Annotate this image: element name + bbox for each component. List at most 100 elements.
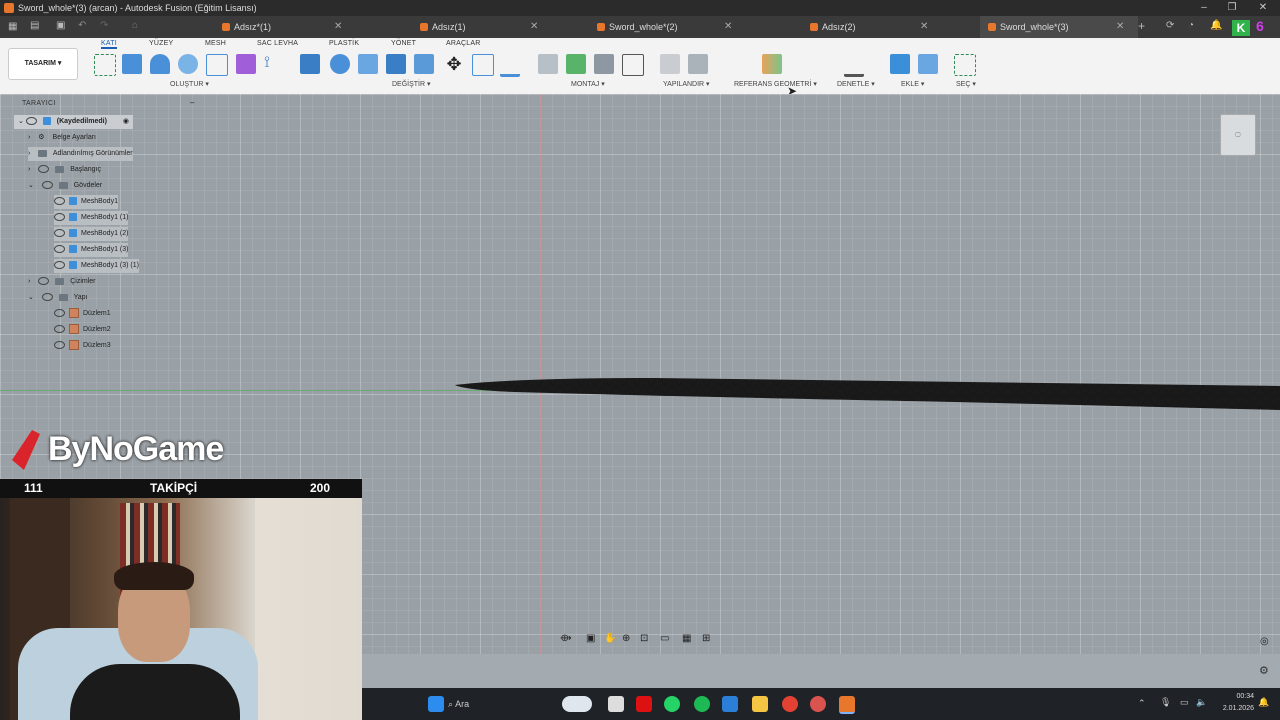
move-icon[interactable]: ✥ <box>444 54 464 74</box>
spotify-icon[interactable] <box>694 696 710 712</box>
scale-icon[interactable] <box>472 54 494 76</box>
notification-icon[interactable]: 🔔 <box>1258 697 1269 708</box>
tab-adsiz-1[interactable]: Adsız(1) ✕ <box>420 16 540 38</box>
insert-derive-icon[interactable] <box>890 54 910 74</box>
eye-hidden-icon[interactable] <box>38 165 50 174</box>
browser-item-document-settings[interactable]: › ⚙ Belge Ayarları <box>28 131 96 145</box>
eye-icon[interactable] <box>41 181 53 190</box>
redo-icon[interactable]: ↷ <box>100 20 108 31</box>
joint-origin-icon[interactable] <box>622 54 644 76</box>
target-icon[interactable]: ◉ <box>123 118 129 125</box>
job-status-icon[interactable]: ◔ <box>1188 20 1194 31</box>
zoom-icon[interactable]: ⊕ <box>622 633 630 644</box>
browser-item-origin[interactable]: › Başlangıç <box>28 163 101 177</box>
offset-plane-icon[interactable] <box>762 54 782 74</box>
tab-mesh[interactable]: MESH <box>205 40 226 47</box>
select-icon[interactable] <box>954 54 976 76</box>
save-icon[interactable]: ▣ <box>56 20 65 31</box>
microphone-icon[interactable]: 🎙 <box>1160 697 1171 708</box>
outlook-icon[interactable] <box>722 696 738 712</box>
browser-item-bodies[interactable]: ⌄ Gövdeler <box>28 179 102 193</box>
fillet-icon[interactable]: ⟟ <box>264 54 284 74</box>
undo-icon[interactable]: ↶ <box>78 20 86 31</box>
as-built-joint-icon[interactable] <box>594 54 614 74</box>
collapse-browser-icon[interactable]: – <box>190 98 194 107</box>
browser-item-meshbody[interactable]: MeshBody1 (3) (1) <box>54 259 139 273</box>
tab-solid[interactable]: KATI <box>101 40 117 49</box>
group-inspect[interactable]: DENETLE ▾ <box>837 80 875 88</box>
zoom-window-icon[interactable]: ◎ <box>1260 636 1269 647</box>
create-sketch-icon[interactable] <box>94 54 116 76</box>
eye-hidden-icon[interactable] <box>54 197 65 206</box>
fusion-taskbar-icon[interactable] <box>839 696 855 714</box>
windows-start-icon[interactable] <box>428 696 444 712</box>
eye-icon[interactable] <box>54 213 65 222</box>
grid-settings-icon[interactable]: ▦ <box>682 633 691 644</box>
sync-icon[interactable]: ⟳ <box>1166 20 1174 31</box>
view-cube[interactable]: ▢ <box>1220 114 1256 156</box>
browser-root[interactable]: ⌄ (Kaydedilmedi) ◉ <box>14 115 133 129</box>
taskbar-search[interactable]: ⌕ Ara <box>448 694 544 714</box>
chevron-down-icon[interactable]: ⌄ <box>28 182 34 189</box>
group-select[interactable]: SEÇ ▾ <box>956 80 976 88</box>
group-configure[interactable]: YAPILANDIR ▾ <box>663 80 710 88</box>
tab-sheet-metal[interactable]: SAC LEVHA <box>257 40 298 47</box>
eye-icon[interactable] <box>54 325 65 334</box>
tab-adsiz-2[interactable]: Adsız(2) ✕ <box>810 16 930 38</box>
group-insert[interactable]: EKLE ▾ <box>901 80 924 88</box>
chevron-down-icon[interactable]: ⌄ <box>28 294 34 301</box>
browser-item-sketches[interactable]: › Çizimler <box>28 275 95 289</box>
user-avatar[interactable]: 6 <box>1256 18 1264 34</box>
weather-widget-icon[interactable] <box>562 696 592 712</box>
group-create[interactable]: OLUŞTUR ▾ <box>170 80 209 88</box>
extrude-icon[interactable] <box>122 54 142 74</box>
eye-icon[interactable] <box>25 117 37 126</box>
browser-item-plane[interactable]: Düzlem1 <box>54 307 111 321</box>
eye-icon[interactable] <box>54 309 65 318</box>
hole-icon[interactable] <box>178 54 198 74</box>
home-icon[interactable]: ⌂ <box>132 20 138 31</box>
new-component-icon[interactable] <box>538 54 558 74</box>
eye-icon[interactable] <box>54 341 65 350</box>
chevron-right-icon[interactable]: › <box>28 166 30 173</box>
eye-hidden-icon[interactable] <box>54 245 65 254</box>
configure-icon[interactable] <box>660 54 680 74</box>
browser-item-meshbody[interactable]: MeshBody1 (3) <box>54 243 129 257</box>
browser-item-plane[interactable]: Düzlem2 <box>54 323 111 337</box>
close-tab-icon[interactable]: ✕ <box>724 16 732 38</box>
joint-icon[interactable] <box>566 54 586 74</box>
close-tab-icon[interactable]: ✕ <box>334 16 342 38</box>
browser-item-meshbody[interactable]: MeshBody1 (1) <box>54 211 129 225</box>
table-icon[interactable] <box>688 54 708 74</box>
eye-icon[interactable] <box>38 277 50 286</box>
tab-sword-whole-3[interactable]: Sword_whole*(3) ✕ <box>980 16 1138 38</box>
browser-item-named-views[interactable]: › Adlandırılmış Görünümler <box>28 147 133 161</box>
insert-image-icon[interactable] <box>918 54 938 74</box>
file-explorer-icon[interactable] <box>608 696 624 712</box>
chamfer-icon[interactable] <box>358 54 378 74</box>
align-icon[interactable] <box>500 54 520 77</box>
tab-manage[interactable]: YÖNET <box>391 40 416 47</box>
red-app-icon[interactable] <box>636 696 652 712</box>
browser-item-plane[interactable]: Düzlem3 <box>54 339 111 353</box>
combine-icon[interactable] <box>414 54 434 74</box>
form-icon[interactable] <box>236 54 256 74</box>
browser-item-meshbody[interactable]: MeshBody1 <box>54 195 118 209</box>
close-tab-icon[interactable]: ✕ <box>1116 16 1124 38</box>
viewports-icon[interactable]: ⊞ <box>702 633 710 644</box>
eye-hidden-icon[interactable] <box>54 261 65 270</box>
press-pull-icon[interactable] <box>300 54 320 74</box>
chevron-up-icon[interactable]: ⌃ <box>1138 698 1146 709</box>
tab-sword-whole-2[interactable]: Sword_whole*(2) ✕ <box>597 16 737 38</box>
group-assemble[interactable]: MONTAJ ▾ <box>571 80 605 88</box>
fit-icon[interactable]: ⊡ <box>640 633 648 644</box>
tab-utilities[interactable]: ARAÇLAR <box>446 40 480 47</box>
group-modify[interactable]: DEĞİŞTİR ▾ <box>392 80 431 88</box>
measure-icon[interactable] <box>844 54 864 77</box>
chevron-right-icon[interactable]: › <box>28 278 30 285</box>
eye-icon[interactable] <box>41 293 53 302</box>
group-construct[interactable]: REFERANS GEOMETRİ ▾ <box>734 80 817 88</box>
shell-icon[interactable] <box>386 54 406 74</box>
whatsapp-icon[interactable] <box>664 696 680 712</box>
gear-icon[interactable]: ⚙ <box>1259 664 1269 677</box>
